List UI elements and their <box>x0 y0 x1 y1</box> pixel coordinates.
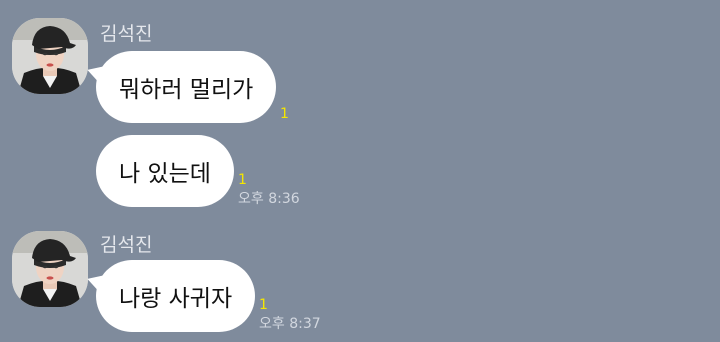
message-bubble[interactable]: 나랑 사귀자 <box>96 260 256 332</box>
unread-count: 1 <box>259 297 268 313</box>
unread-count: 1 <box>238 172 247 188</box>
sender-name: 김석진 <box>100 23 153 45</box>
message-bubble[interactable]: 뭐하러 멀리가 <box>96 51 277 123</box>
message-timestamp: 오후 8:36 <box>238 191 300 207</box>
message-timestamp: 오후 8:37 <box>259 316 321 332</box>
message-text: 나랑 사귀자 <box>119 286 233 312</box>
avatar[interactable] <box>12 18 88 94</box>
message-text: 뭐하러 멀리가 <box>119 77 254 103</box>
message-text: 나 있는데 <box>119 161 211 187</box>
message-bubble[interactable]: 나 있는데 <box>96 135 234 207</box>
profile-photo-icon <box>12 18 88 94</box>
unread-count: 1 <box>280 106 289 122</box>
sender-name: 김석진 <box>100 234 153 256</box>
profile-photo-icon <box>12 231 88 307</box>
avatar[interactable] <box>12 231 88 307</box>
